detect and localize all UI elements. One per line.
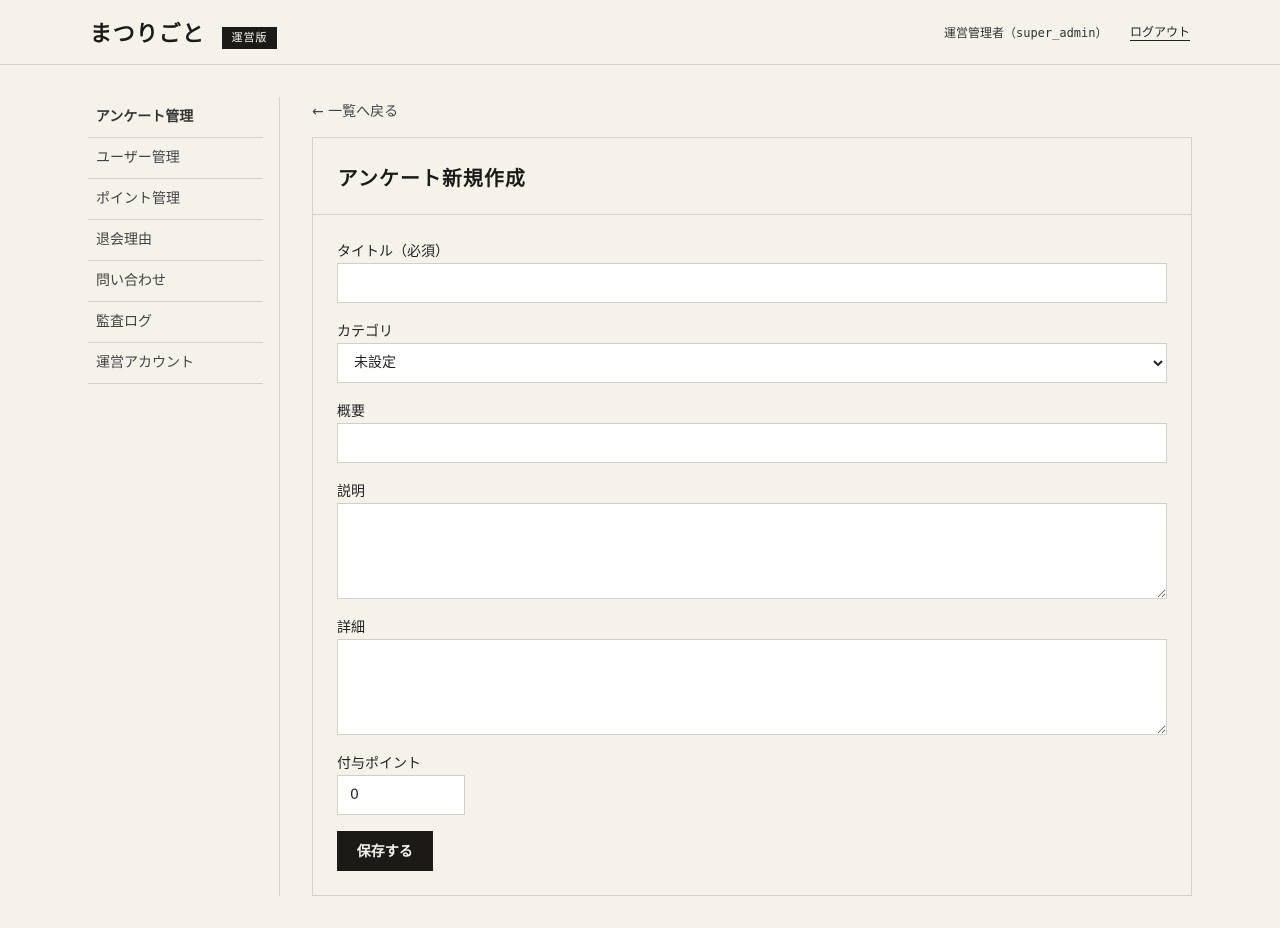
category-label: カテゴリ bbox=[337, 324, 393, 340]
points-input[interactable] bbox=[337, 775, 465, 815]
title-label: タイトル（必須） bbox=[337, 244, 449, 260]
current-user: 運営管理者（super_admin） bbox=[944, 26, 1108, 40]
category-select[interactable]: 未設定 bbox=[337, 343, 1167, 383]
panel-header: アンケート新規作成 bbox=[313, 138, 1191, 215]
survey-form-panel: アンケート新規作成 タイトル（必須） カテゴリ 未設定 概要 説明 詳細 付与ポ… bbox=[312, 137, 1192, 896]
back-to-list-link[interactable]: ← 一覧へ戻る bbox=[312, 101, 398, 121]
description-label: 説明 bbox=[337, 484, 365, 500]
points-label: 付与ポイント bbox=[337, 756, 421, 772]
sidebar-item-points[interactable]: ポイント管理 bbox=[88, 179, 263, 220]
page-title: アンケート新規作成 bbox=[338, 166, 527, 190]
summary-input[interactable] bbox=[337, 423, 1167, 463]
sidebar-item-surveys[interactable]: アンケート管理 bbox=[88, 97, 263, 138]
app-logo[interactable]: まつりごと bbox=[90, 16, 205, 48]
sidebar-divider bbox=[279, 97, 280, 896]
summary-label: 概要 bbox=[337, 404, 365, 420]
admin-badge: 運営版 bbox=[222, 27, 277, 49]
sidebar-item-users[interactable]: ユーザー管理 bbox=[88, 138, 263, 179]
sidebar-item-audit-log[interactable]: 監査ログ bbox=[88, 302, 263, 343]
description-textarea[interactable] bbox=[337, 503, 1167, 599]
detail-label: 詳細 bbox=[337, 620, 365, 636]
sidebar: アンケート管理 ユーザー管理 ポイント管理 退会理由 問い合わせ 監査ログ 運営… bbox=[88, 97, 263, 384]
title-input[interactable] bbox=[337, 263, 1167, 303]
logout-link[interactable]: ログアウト bbox=[1130, 24, 1191, 41]
detail-textarea[interactable] bbox=[337, 639, 1167, 735]
sidebar-item-inquiries[interactable]: 問い合わせ bbox=[88, 261, 263, 302]
header: まつりごと 運営版 運営管理者（super_admin） ログアウト bbox=[0, 0, 1280, 65]
sidebar-item-withdrawal-reasons[interactable]: 退会理由 bbox=[88, 220, 263, 261]
save-button[interactable]: 保存する bbox=[337, 831, 433, 871]
sidebar-item-admin-accounts[interactable]: 運営アカウント bbox=[88, 343, 263, 384]
